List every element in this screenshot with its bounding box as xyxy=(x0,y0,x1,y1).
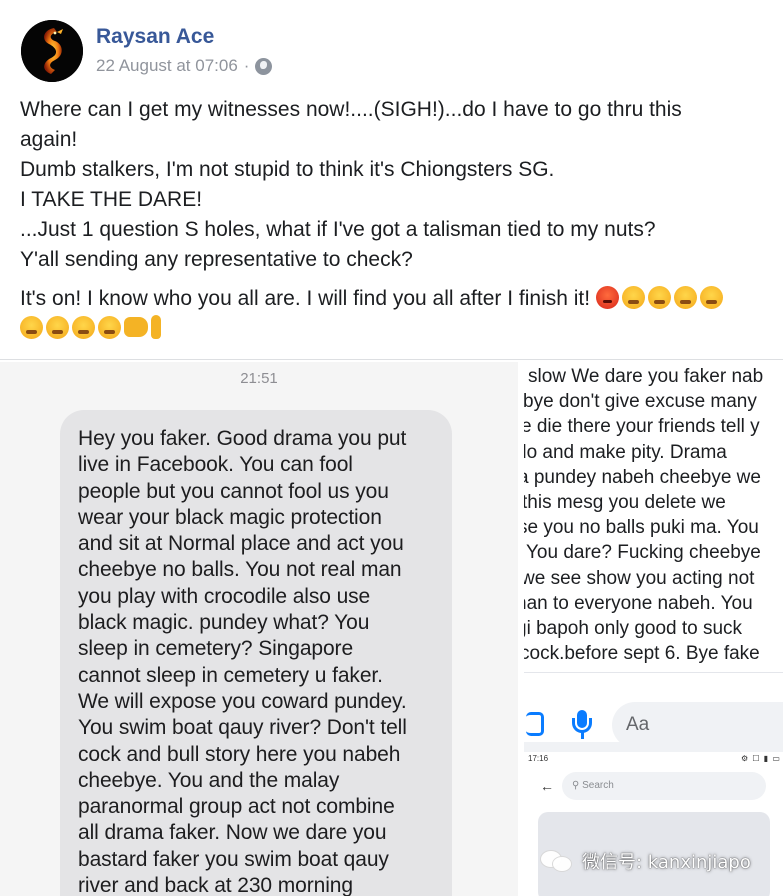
message-line: wear your black magic protection xyxy=(78,505,382,529)
face-with-steam-icon xyxy=(673,286,697,309)
message-line: bastard faker you swim boat qauy xyxy=(78,847,389,871)
message-bubble: Hey you faker. Good drama you put live i… xyxy=(60,410,452,896)
post-meta: 22 August at 07:06 · xyxy=(96,56,273,76)
microphone-icon[interactable] xyxy=(572,710,592,740)
message-line: we see show you acting not xyxy=(524,567,755,589)
post-timestamp-link[interactable]: 22 August at 07:06 xyxy=(96,56,238,76)
post-line: I TAKE THE DARE! xyxy=(20,188,203,211)
face-with-steam-icon xyxy=(46,316,69,339)
face-with-steam-icon xyxy=(621,286,645,309)
author-name-link[interactable]: Raysan Ace xyxy=(96,25,214,49)
message-screenshot-right: slow We dare you faker nab bye don't giv… xyxy=(524,362,783,896)
message-line: river and back at 230 morning xyxy=(78,874,353,896)
message-line: you play with crocodile also use xyxy=(78,584,371,608)
face-with-steam-icon xyxy=(98,316,121,339)
post-closing-line: It's on! I know who you all are. I will … xyxy=(20,284,770,314)
screenshot-gap xyxy=(524,742,783,752)
post-line: Y'all sending any representative to chec… xyxy=(20,248,413,271)
post-emoji-line xyxy=(20,314,770,344)
message-line: this mesg you delete we xyxy=(524,492,726,514)
message-line: a pundey nabeh cheebye we xyxy=(524,466,761,488)
message-time: 21:51 xyxy=(240,370,278,387)
mini-status-icons: ⚙ ☐ ▮ ▭ xyxy=(741,754,781,763)
post-line: again! xyxy=(20,128,78,151)
face-with-steam-icon xyxy=(699,286,723,309)
message-line: and sit at Normal place and act you xyxy=(78,532,404,556)
post-body: Where can I get my witnesses now!....(SI… xyxy=(20,95,770,344)
message-line: slow We dare you faker nab xyxy=(528,366,764,387)
globe-icon[interactable] xyxy=(255,57,273,75)
face-with-steam-icon xyxy=(20,316,43,339)
message-line: e die there your friends tell y xyxy=(524,416,760,438)
image-icon[interactable] xyxy=(526,712,544,736)
back-arrow-icon[interactable]: ← xyxy=(540,778,554,794)
author-avatar[interactable] xyxy=(21,20,83,82)
post-closing-text: It's on! I know who you all are. I will … xyxy=(20,287,591,310)
message-line: We will expose you coward pundey. xyxy=(78,689,407,713)
angry-face-icon xyxy=(595,286,619,309)
message-line: nan to everyone nabeh. You xyxy=(524,592,753,614)
message-line: bye don't give excuse many xyxy=(524,391,757,413)
mini-search-input[interactable]: ⚲ Search xyxy=(562,772,766,800)
message-line: black magic. pundey what? You xyxy=(78,611,370,635)
message-line: paranormal group act not combine xyxy=(78,795,395,819)
message-screenshot-left: 21:51 Hey you faker. Good drama you put … xyxy=(0,362,518,896)
post-line: Dumb stalkers, I'm not stupid to think i… xyxy=(20,158,555,181)
fist-icon xyxy=(124,317,148,337)
message-line: You swim boat qauy river? Don't tell xyxy=(78,716,407,740)
message-line: cheebye. You and the malay xyxy=(78,768,340,792)
message-line: live in Facebook. You can fool xyxy=(78,453,353,477)
message-line: cheebye no balls. You not real man xyxy=(78,558,402,582)
middle-finger-icon xyxy=(151,315,161,339)
post-line: Where can I get my witnesses now!....(SI… xyxy=(20,98,682,121)
face-with-steam-icon xyxy=(647,286,671,309)
watermark-text: 微信号: kanxinjiapo xyxy=(582,852,751,873)
message-line: do and make pity. Drama xyxy=(524,441,727,463)
cropped-message: slow We dare you faker nab bye don't giv… xyxy=(524,364,783,666)
search-icon: ⚲ xyxy=(572,780,580,791)
message-line: cock and bull story here you nabeh xyxy=(78,742,401,766)
message-line: se you no balls puki ma. You xyxy=(524,517,759,539)
facebook-post: Raysan Ace 22 August at 07:06 · Where ca… xyxy=(0,0,783,360)
post-divider xyxy=(0,359,783,360)
face-with-steam-icon xyxy=(72,316,95,339)
meta-separator: · xyxy=(243,56,250,75)
wechat-logo-icon xyxy=(540,848,574,874)
message-line: You dare? Fucking cheebye xyxy=(526,542,761,564)
message-line: people but you cannot fool us you xyxy=(78,479,389,503)
dragon-logo-icon xyxy=(21,20,83,82)
composer-divider xyxy=(524,672,783,673)
message-line: Hey you faker. Good drama you put xyxy=(78,427,407,450)
mini-status-bar: 17:16 ⚙ ☐ ▮ ▭ xyxy=(528,754,783,766)
message-line: all drama faker. Now we dare you xyxy=(78,821,387,845)
message-line: cock.before sept 6. Bye fake xyxy=(524,643,760,665)
message-line: cannot sleep in cemetery u faker. xyxy=(78,663,383,687)
post-line: ...Just 1 question S holes, what if I've… xyxy=(20,218,656,241)
mini-search-placeholder: Search xyxy=(582,780,614,791)
message-line: sleep in cemetery? Singapore xyxy=(78,637,354,661)
mini-status-time: 17:16 xyxy=(528,754,549,763)
message-line: gi bapoh only good to suck xyxy=(524,618,743,640)
wechat-watermark: 微信号: kanxinjiapo xyxy=(540,846,776,876)
